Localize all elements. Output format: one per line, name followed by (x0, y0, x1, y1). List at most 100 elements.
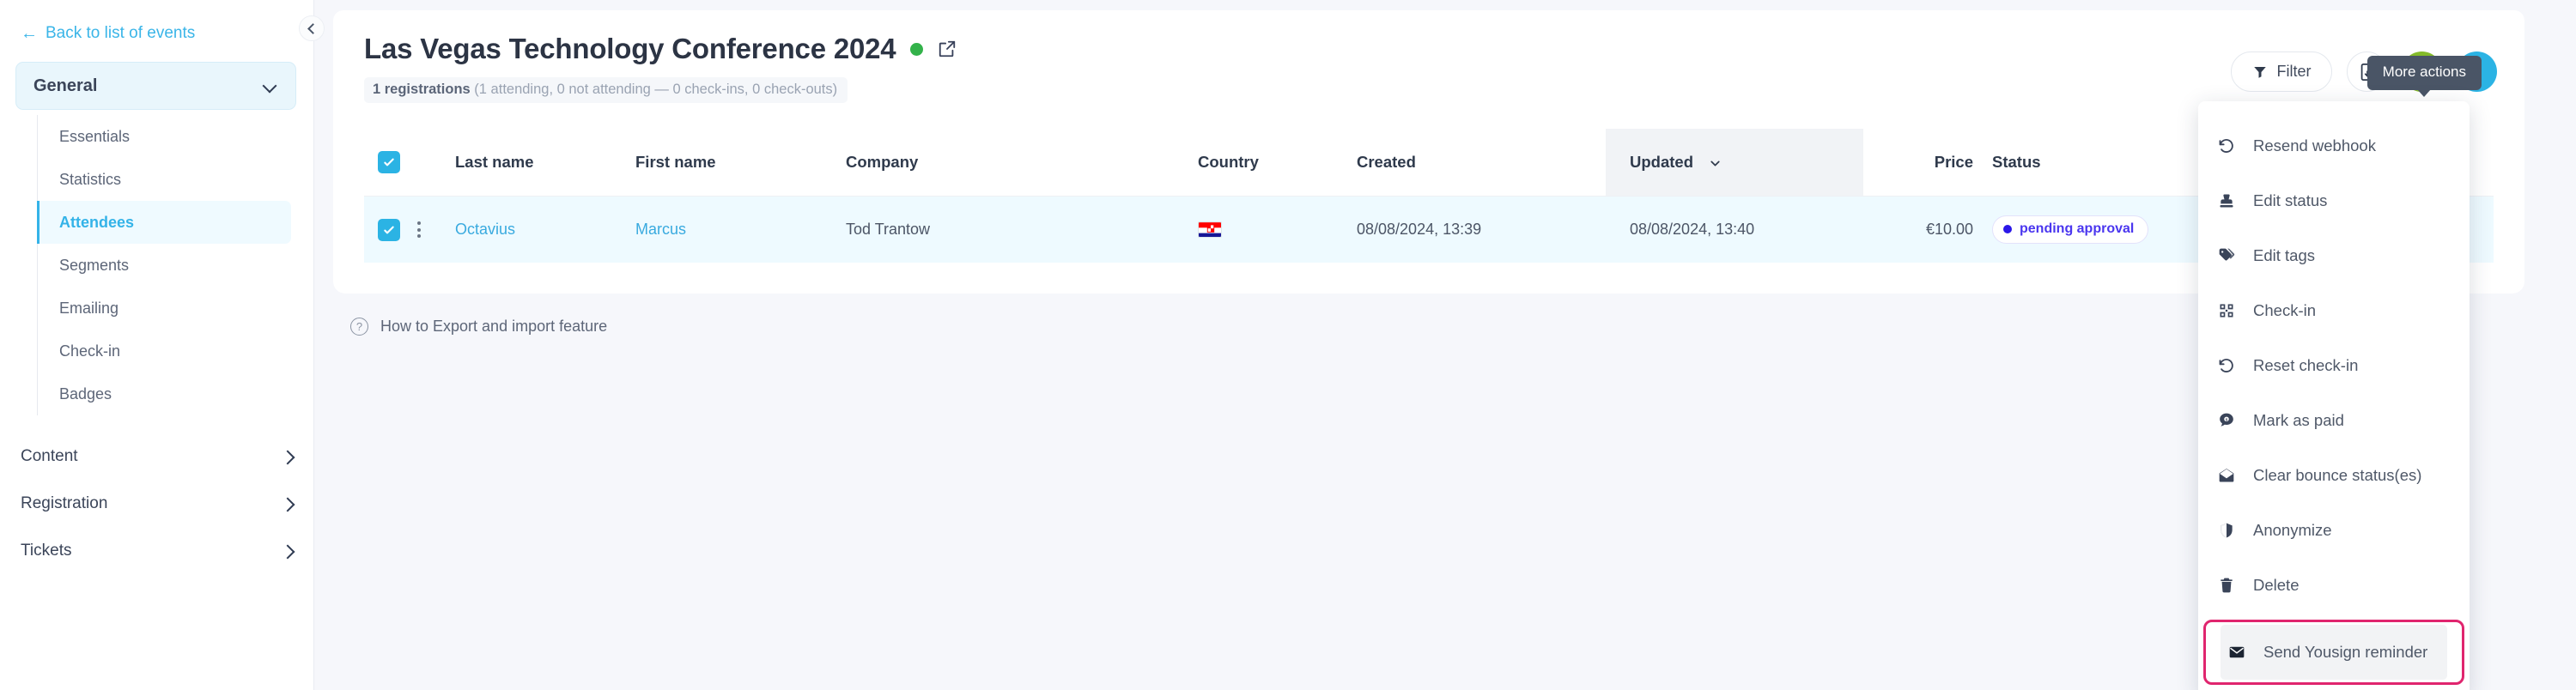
column-header-first-name[interactable]: First name (635, 129, 846, 197)
menu-item-edit-tags[interactable]: Edit tags (2198, 228, 2470, 283)
menu-item-resend-webhook[interactable]: Resend webhook (2198, 118, 2470, 173)
menu-item-label: Edit status (2253, 191, 2328, 209)
chevron-right-icon (283, 450, 296, 463)
sidebar-group-label: General (33, 76, 98, 95)
chevron-right-icon (283, 497, 296, 511)
sidebar-item-label: Statistics (59, 170, 122, 188)
main-content: Las Vegas Technology Conference 2024 1 r… (314, 0, 2576, 690)
arrow-left-icon: ← (21, 24, 38, 43)
open-envelope-icon (2217, 467, 2236, 484)
menu-item-label: Edit tags (2253, 246, 2315, 264)
chevron-down-icon (263, 79, 276, 93)
menu-item-mark-as-paid[interactable]: $ Mark as paid (2198, 393, 2470, 448)
status-badge: pending approval (1992, 215, 2149, 244)
sidebar-item-attendees[interactable]: Attendees (37, 201, 291, 244)
sidebar-item-label: Segments (59, 256, 130, 274)
sidebar-item-label: Attendees (59, 213, 135, 231)
menu-item-delete[interactable]: Delete (2198, 558, 2470, 613)
sidebar-section-label: Registration (21, 493, 108, 512)
checkbox-checked-icon[interactable] (378, 218, 400, 241)
column-header-created[interactable]: Created (1357, 129, 1606, 197)
filter-label: Filter (2276, 63, 2312, 80)
sidebar-group-general[interactable]: General (15, 62, 296, 110)
chevron-down-icon (1710, 160, 1720, 166)
column-header-updated[interactable]: Updated (1606, 129, 1863, 197)
how-to-export-label: How to Export and import feature (380, 318, 608, 335)
select-all-header (364, 129, 417, 197)
menu-item-send-yousign-reminder[interactable]: Send Yousign reminder (2221, 625, 2447, 680)
cell-updated: 08/08/2024, 13:40 (1606, 196, 1863, 263)
cell-first-name: Marcus (635, 196, 846, 263)
undo-arrow-icon (2217, 137, 2236, 154)
sidebar-item-badges[interactable]: Badges (38, 372, 313, 415)
registrations-count: 1 registrations (373, 82, 471, 97)
app-root: ← Back to list of events General Essenti… (0, 0, 2576, 690)
row-menu-header (417, 129, 455, 197)
column-header-country[interactable]: Country (1198, 129, 1357, 197)
sidebar: ← Back to list of events General Essenti… (0, 0, 325, 690)
sidebar-item-checkin[interactable]: Check-in (38, 330, 313, 372)
cell-created: 08/08/2024, 13:39 (1357, 196, 1606, 263)
sidebar-item-emailing[interactable]: Emailing (38, 287, 313, 330)
tags-icon (2217, 247, 2236, 264)
checkbox-checked-icon[interactable] (378, 151, 400, 173)
cell-country (1198, 196, 1357, 263)
menu-item-check-in[interactable]: Check-in (2198, 283, 2470, 338)
column-header-updated-label: Updated (1630, 153, 1693, 171)
sidebar-subnav: Essentials Statistics Attendees Segments… (37, 115, 313, 415)
row-menu-cell (417, 196, 455, 263)
stamp-icon (2217, 192, 2236, 209)
cell-company: Tod Trantow (846, 196, 1198, 263)
menu-item-reset-check-in[interactable]: Reset check-in (2198, 338, 2470, 393)
filter-button[interactable]: Filter (2231, 51, 2332, 92)
menu-item-label: Resend webhook (2253, 136, 2376, 154)
page-title: Las Vegas Technology Conference 2024 (364, 33, 896, 64)
menu-item-anonymize[interactable]: Anonymize (2198, 503, 2470, 558)
sidebar-section-registration[interactable]: Registration (21, 480, 296, 527)
more-actions-menu: Resend webhook Edit status Edit tags Che… (2198, 101, 2470, 690)
menu-item-label: Send Yousign reminder (2263, 643, 2428, 661)
sidebar-section-label: Tickets (21, 541, 72, 560)
registrations-summary: 1 registrations (1 attending, 0 not atte… (364, 77, 848, 103)
menu-item-label: Delete (2253, 576, 2300, 594)
column-header-last-name[interactable]: Last name (455, 129, 635, 197)
table-head: Last name First name Company Country Cre… (364, 129, 2494, 197)
sidebar-section-tickets[interactable]: Tickets (21, 527, 296, 574)
menu-item-label: Clear bounce status(es) (2253, 466, 2422, 484)
attendees-table-card: Last name First name Company Country Cre… (333, 129, 2524, 294)
column-header-company[interactable]: Company (846, 129, 1198, 197)
last-name-link[interactable]: Octavius (455, 221, 515, 238)
external-link-icon[interactable] (938, 39, 957, 58)
page-header: Las Vegas Technology Conference 2024 1 r… (333, 10, 2524, 129)
sidebar-collapse-button[interactable] (299, 15, 325, 41)
table-body: Octavius Marcus Tod Trantow 08/08/2024, … (364, 196, 2494, 263)
sidebar-item-essentials[interactable]: Essentials (38, 115, 313, 158)
menu-item-clear-bounce-status[interactable]: Clear bounce status(es) (2198, 448, 2470, 503)
title-row: Las Vegas Technology Conference 2024 (364, 33, 2524, 65)
column-header-price[interactable]: Price (1863, 129, 1992, 197)
row-select-cell (364, 196, 417, 263)
send-yousign-reminder-highlight: Send Yousign reminder (2203, 620, 2464, 685)
sidebar-item-segments[interactable]: Segments (38, 244, 313, 287)
registrations-detail: (1 attending, 0 not attending — 0 check-… (470, 82, 838, 97)
cell-last-name: Octavius (455, 196, 635, 263)
coin-chat-icon: $ (2217, 412, 2236, 429)
envelope-icon (2227, 644, 2246, 661)
sidebar-section-content[interactable]: Content (21, 433, 296, 480)
cell-price: €10.00 (1863, 196, 1992, 263)
sidebar-item-statistics[interactable]: Statistics (38, 158, 313, 201)
funnel-icon (2253, 66, 2266, 78)
menu-item-label: Check-in (2253, 301, 2316, 319)
first-name-link[interactable]: Marcus (635, 221, 686, 238)
trash-icon (2217, 577, 2236, 594)
kebab-vertical-icon[interactable] (417, 221, 455, 238)
back-to-events-link[interactable]: ← Back to list of events (0, 22, 313, 45)
menu-item-edit-status[interactable]: Edit status (2198, 173, 2470, 228)
table-header-row: Last name First name Company Country Cre… (364, 129, 2494, 197)
croatia-flag-icon (1198, 221, 1222, 238)
qr-scan-icon (2217, 302, 2236, 319)
status-dot-icon (2003, 225, 2012, 233)
table-row[interactable]: Octavius Marcus Tod Trantow 08/08/2024, … (364, 196, 2494, 263)
sidebar-item-label: Badges (59, 384, 112, 402)
chevron-right-icon (283, 544, 296, 558)
